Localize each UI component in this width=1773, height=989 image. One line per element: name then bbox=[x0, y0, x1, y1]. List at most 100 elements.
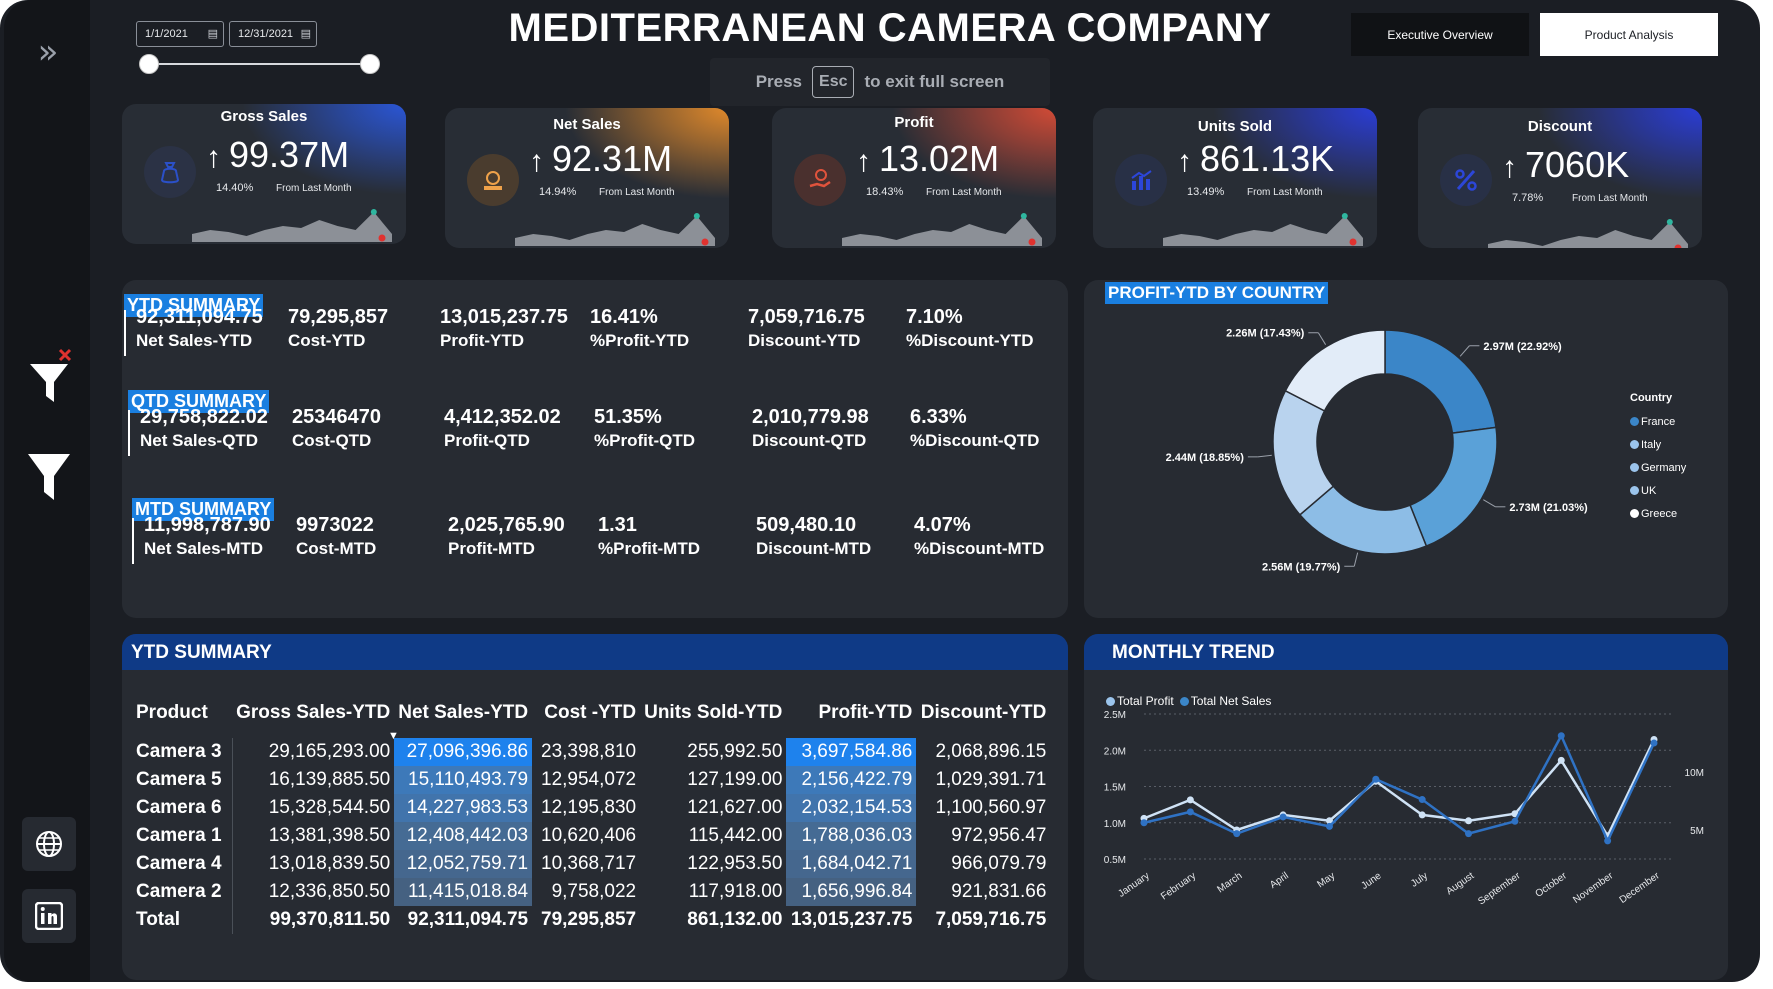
column-header[interactable]: Units Sold-YTD bbox=[640, 688, 786, 738]
kpi-value-text: 92.31M bbox=[552, 138, 673, 179]
x-tick: April bbox=[1268, 870, 1291, 890]
column-header[interactable]: Gross Sales-YTD bbox=[232, 688, 394, 738]
table-row[interactable]: Camera 2 12,336,850.50 11,415,018.84 9,758,… bbox=[132, 878, 1050, 906]
series-point[interactable] bbox=[1418, 796, 1426, 804]
legend-label: France bbox=[1641, 415, 1676, 428]
table-row[interactable]: Camera 4 13,018,839.50 12,052,759.71 10,368… bbox=[132, 850, 1050, 878]
metric-label: Profit-MTD bbox=[448, 539, 535, 558]
series-point[interactable] bbox=[1233, 830, 1241, 838]
column-header[interactable]: Product bbox=[132, 688, 232, 738]
metric-value: 79,295,857 bbox=[288, 306, 389, 328]
kpi-sparkline bbox=[515, 213, 715, 246]
x-tick: December bbox=[1618, 870, 1663, 906]
monthly-trend-panel: MONTHLY TREND Total Profit Total Net Sale… bbox=[1084, 634, 1728, 980]
series-point[interactable] bbox=[1557, 732, 1565, 740]
summary-divider bbox=[124, 310, 126, 356]
tab-product-analysis[interactable]: Product Analysis bbox=[1540, 13, 1718, 56]
kpi-value: ↑ 99.37M bbox=[206, 134, 349, 176]
legend-item-greece[interactable]: Greece bbox=[1630, 502, 1686, 525]
leader-line bbox=[1459, 345, 1470, 357]
donut-slice-italy[interactable] bbox=[1409, 426, 1498, 548]
qtd-metric-5: 6.33% %Discount-QTD bbox=[910, 406, 1039, 451]
end-date-value: 12/31/2021 bbox=[238, 28, 294, 40]
kpi-card-profit[interactable]: Profit ↑ 13.02M 18.43% From Last Month bbox=[772, 108, 1056, 248]
metric-label: %Profit-YTD bbox=[590, 331, 690, 350]
series-point[interactable] bbox=[1465, 817, 1473, 825]
end-date-input[interactable]: 12/31/2021 ▤ bbox=[229, 21, 317, 47]
series-line-total-net-sales[interactable] bbox=[1143, 738, 1656, 839]
sparkline-high-marker bbox=[370, 209, 377, 215]
product-name-cell: Camera 3 bbox=[132, 738, 233, 766]
kpi-title: Gross Sales bbox=[220, 108, 308, 125]
series-point[interactable] bbox=[1325, 822, 1333, 830]
series-point[interactable] bbox=[1186, 808, 1194, 816]
sort-descending-icon[interactable]: ▼ bbox=[388, 730, 399, 742]
table-row[interactable]: Camera 6 15,328,544.50 14,227,983.53 12,195… bbox=[132, 794, 1050, 822]
kpi-change-pct: 13.49% bbox=[1187, 186, 1225, 198]
calendar-icon[interactable]: ▤ bbox=[208, 27, 218, 40]
metric-label: Discount-QTD bbox=[752, 431, 867, 450]
date-range-slider[interactable] bbox=[148, 63, 370, 65]
metric-label: %Discount-MTD bbox=[914, 539, 1045, 558]
tab-executive-overview[interactable]: Executive Overview bbox=[1351, 13, 1529, 56]
qtd-metric-2: 4,412,352.02 Profit-QTD bbox=[444, 406, 561, 451]
legend-item-germany[interactable]: Germany bbox=[1630, 456, 1686, 479]
series-point[interactable] bbox=[1186, 796, 1194, 804]
kpi-title: Net Sales bbox=[553, 116, 621, 133]
legend-dot bbox=[1630, 463, 1639, 472]
legend-item-italy[interactable]: Italy bbox=[1630, 433, 1686, 456]
series-point[interactable] bbox=[1604, 837, 1612, 845]
kpi-change-caption: From Last Month bbox=[276, 183, 352, 194]
table-row[interactable]: Camera 5 16,139,885.50 15,110,493.79 12,954… bbox=[132, 766, 1050, 794]
y-right-tick: 10M bbox=[1685, 768, 1704, 779]
kpi-card-units-sold[interactable]: Units Sold ↑ 861.13K 13.49% From Last Month bbox=[1093, 108, 1377, 248]
clear-filter-icon[interactable] bbox=[24, 344, 74, 408]
kpi-change-caption: From Last Month bbox=[1572, 193, 1648, 204]
total-cell: 7,059,716.75 bbox=[935, 909, 1047, 930]
column-header[interactable]: Discount-YTD bbox=[916, 688, 1050, 738]
sparkline-high-marker bbox=[1020, 213, 1027, 219]
y-left-tick: 1.0M bbox=[1104, 819, 1126, 830]
table-row[interactable]: Camera 1 13,381,398.50 12,408,442.03 10,620… bbox=[132, 822, 1050, 850]
column-header[interactable]: Net Sales-YTD bbox=[394, 688, 532, 738]
table-cell: 255,992.50 bbox=[687, 741, 783, 762]
series-point[interactable] bbox=[1372, 775, 1380, 783]
slider-start-handle[interactable] bbox=[139, 54, 159, 74]
kpi-card-discount[interactable]: Discount ↑ 7060K 7.78% From Last Month bbox=[1418, 108, 1702, 248]
donut-slice-greece[interactable] bbox=[1284, 329, 1386, 412]
table-cell: 2,156,422.79 bbox=[786, 766, 917, 794]
series-point[interactable] bbox=[1279, 813, 1287, 821]
table-cell: 1,684,042.71 bbox=[786, 850, 917, 878]
x-tick: November bbox=[1571, 870, 1616, 906]
sparkline-low-marker bbox=[378, 234, 386, 242]
series-point[interactable] bbox=[1418, 811, 1426, 819]
series-point[interactable] bbox=[1465, 830, 1473, 838]
slider-end-handle[interactable] bbox=[360, 54, 380, 74]
kpi-card-net-sales[interactable]: Net Sales ↑ 92.31M 14.94% From Last Month bbox=[445, 108, 729, 248]
series-point[interactable] bbox=[1511, 817, 1519, 825]
start-date-input[interactable]: 1/1/2021 ▤ bbox=[136, 21, 224, 47]
kpi-value-text: 861.13K bbox=[1200, 138, 1335, 179]
filter-icon[interactable] bbox=[24, 448, 74, 504]
start-date-value: 1/1/2021 bbox=[145, 28, 188, 40]
legend-item-france[interactable]: France bbox=[1630, 410, 1686, 433]
series-point[interactable] bbox=[1650, 739, 1658, 747]
table-cell: 2,068,896.15 bbox=[935, 741, 1047, 762]
total-cell: 13,015,237.75 bbox=[790, 909, 913, 930]
table-cell: 15,110,493.79 bbox=[394, 766, 533, 794]
globe-icon[interactable] bbox=[22, 817, 76, 871]
calendar-icon[interactable]: ▤ bbox=[301, 27, 311, 40]
linkedin-icon[interactable] bbox=[22, 889, 76, 943]
table-row[interactable]: Camera 3 29,165,293.00 27,096,396.86 23,398… bbox=[132, 738, 1050, 766]
sparkline-area bbox=[192, 212, 392, 242]
y-right-tick: 5M bbox=[1690, 826, 1704, 837]
column-header[interactable]: Cost -YTD bbox=[532, 688, 640, 738]
chevrons-right-icon[interactable]: » bbox=[28, 30, 68, 74]
kpi-card-gross-sales[interactable]: Gross Sales ↑ 99.37M 14.40% From Last Month bbox=[122, 104, 406, 244]
metric-value: 4,412,352.02 bbox=[444, 406, 561, 428]
series-point[interactable] bbox=[1557, 756, 1565, 764]
ytd-metric-0: 92,311,094.75 Net Sales-YTD bbox=[136, 306, 263, 351]
series-point[interactable] bbox=[1140, 819, 1148, 827]
column-header[interactable]: Profit-YTD bbox=[786, 688, 916, 738]
legend-item-uk[interactable]: UK bbox=[1630, 479, 1686, 502]
